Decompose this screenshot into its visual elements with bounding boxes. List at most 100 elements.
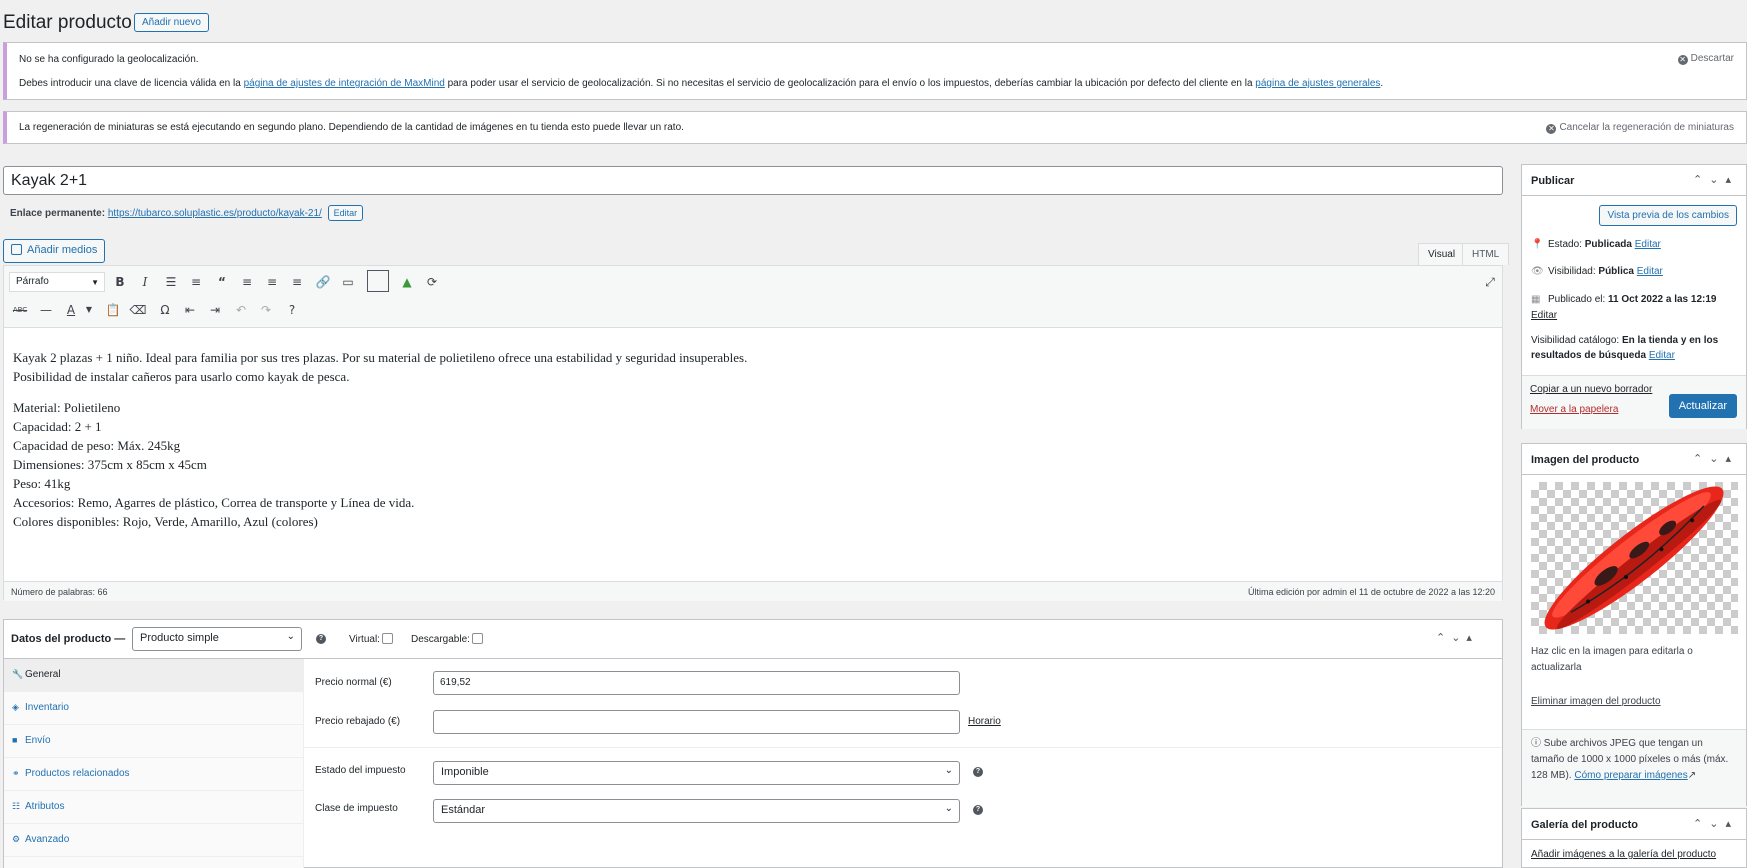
product-title-input[interactable]: Kayak 2+1 — [3, 166, 1503, 195]
edit-visibility-link[interactable]: Editar — [1637, 266, 1663, 277]
text-color-icon[interactable]: A — [61, 300, 81, 320]
help-icon[interactable]: ? — [316, 634, 326, 644]
add-new-button[interactable]: Añadir nuevo — [134, 13, 209, 32]
bullet-list-icon[interactable]: ☰ — [161, 272, 181, 292]
toolbar-toggle-icon[interactable] — [367, 270, 389, 292]
update-button[interactable]: Actualizar — [1668, 394, 1737, 418]
tax-class-label: Clase de impuesto — [315, 803, 398, 814]
permalink-url[interactable]: https://tubarco.soluplastic.es/producto/… — [108, 208, 322, 219]
strikethrough-icon[interactable]: ABC — [10, 300, 30, 320]
preview-changes-button[interactable]: Vista previa de los cambios — [1599, 205, 1737, 226]
notice-text: La regeneración de miniaturas se está ej… — [19, 122, 684, 133]
checkbox[interactable] — [471, 633, 483, 644]
notice-text: Debes introducir una clave de licencia v… — [19, 78, 1384, 89]
add-media-button[interactable]: Añadir medios — [3, 239, 106, 263]
undo-icon[interactable]: ↶ — [231, 300, 251, 320]
dismiss-button[interactable]: ✕ Descartar — [1677, 53, 1734, 65]
calendar-icon: ▦ — [1531, 294, 1541, 305]
horizontal-line-icon[interactable]: — — [36, 300, 56, 320]
align-center-icon[interactable]: ≡ — [262, 272, 282, 292]
product-type-select[interactable]: Producto simple ⌄ — [132, 627, 302, 651]
redo-icon[interactable]: ↷ — [256, 300, 276, 320]
outdent-icon[interactable]: ⇤ — [180, 300, 200, 320]
notice-heading: No se ha configurado la geolocalización. — [19, 54, 199, 65]
product-image-header: Imagen del producto ⌃⌄▴ — [1522, 444, 1746, 475]
grammar-icon[interactable]: ▲ — [397, 272, 417, 292]
product-data-header: Datos del producto — Producto simple ⌄ ? … — [4, 620, 1502, 659]
regular-price-input[interactable]: 619,52 — [433, 671, 960, 695]
list-icon: ☷ — [12, 801, 21, 811]
edit-status-link[interactable]: Editar — [1635, 239, 1661, 250]
link-icon[interactable]: 🔗 — [313, 272, 333, 292]
format-select[interactable]: Párrafo ▼ — [9, 272, 105, 292]
box-controls[interactable]: ⌃⌄▴ — [1436, 631, 1478, 644]
tab-advanced[interactable]: ⚙ Avanzado — [4, 824, 304, 857]
numbered-list-icon[interactable]: ≡ — [186, 272, 206, 292]
permalink-edit-button[interactable]: Editar — [327, 205, 364, 221]
last-edit: Última edición por admin el 11 de octubr… — [1248, 587, 1495, 597]
product-gallery-header: Galería del producto ⌃⌄▴ — [1522, 809, 1746, 840]
schedule-link[interactable]: Horario — [968, 716, 1001, 727]
general-settings-link[interactable]: página de ajustes generales — [1255, 78, 1380, 89]
product-gallery-box: Galería del producto ⌃⌄▴ Añadir imágenes… — [1521, 808, 1747, 868]
tab-shipping[interactable]: ■ Envío — [4, 725, 304, 758]
chevron-down-icon: ⌄ — [944, 765, 953, 776]
edit-catalog-link[interactable]: Editar — [1649, 350, 1675, 361]
copy-draft-link[interactable]: Copiar a un nuevo borrador — [1530, 384, 1652, 395]
pin-icon: 📍 — [1531, 239, 1544, 250]
help-icon[interactable]: ? — [973, 767, 983, 777]
indent-icon[interactable]: ⇥ — [205, 300, 225, 320]
remove-image-link[interactable]: Eliminar imagen del producto — [1531, 694, 1661, 710]
tab-general[interactable]: 🔧 General — [4, 659, 304, 692]
product-data-tabs: 🔧 General ◈ Inventario ■ Envío ⚭ Productos r… — [4, 659, 304, 868]
virtual-checkbox[interactable]: Virtual: — [349, 633, 393, 645]
maxmind-settings-link[interactable]: página de ajustes de integración de MaxM… — [244, 78, 445, 89]
editor-statusbar: Número de palabras: 66 Última edición po… — [4, 581, 1502, 601]
image-tip: ⓘ Sube archivos JPEG que tengan un tamaño… — [1522, 729, 1746, 807]
product-image[interactable] — [1531, 482, 1738, 634]
paste-text-icon[interactable]: 📋 — [103, 300, 123, 320]
checkbox[interactable] — [381, 633, 393, 644]
tab-linked-products[interactable]: ⚭ Productos relacionados — [4, 758, 304, 791]
image-tip-text: ⓘ Sube archivos JPEG que tengan un tamaño… — [1531, 738, 1729, 781]
tab-attributes[interactable]: ☷ Atributos — [4, 791, 304, 824]
special-char-icon[interactable]: Ω — [155, 300, 175, 320]
tab-visual[interactable]: Visual — [1418, 243, 1466, 265]
tab-html[interactable]: HTML — [1462, 243, 1510, 265]
sale-price-input[interactable] — [433, 710, 960, 734]
align-left-icon[interactable]: ≡ — [237, 272, 257, 292]
align-right-icon[interactable]: ≡ — [287, 272, 307, 292]
chevron-down-icon[interactable]: ▼ — [79, 300, 99, 320]
read-more-icon[interactable]: ▭ — [338, 272, 358, 292]
eye-icon: 👁 — [1531, 266, 1544, 277]
blockquote-icon[interactable]: “ — [212, 272, 232, 292]
wrench-icon: 🔧 — [12, 669, 24, 679]
visibility-row: 👁 Visibilidad: Pública Editar — [1531, 266, 1663, 277]
help-icon[interactable]: ? — [973, 805, 983, 815]
content-editor[interactable]: Párrafo ▼ B I ☰ ≡ “ ≡ ≡ ≡ 🔗 ▭ ▲ ⟳ ⤢ ABC —… — [3, 265, 1503, 601]
help-icon[interactable]: ? — [282, 300, 302, 320]
add-gallery-images-link[interactable]: Añadir imágenes a la galería del product… — [1531, 849, 1716, 860]
refresh-icon[interactable]: ⟳ — [422, 272, 442, 292]
tax-status-label: Estado del impuesto — [315, 765, 406, 776]
editor-content[interactable]: Kayak 2 plazas + 1 niño. Ideal para fami… — [13, 348, 747, 543]
tab-inventory[interactable]: ◈ Inventario — [4, 692, 304, 725]
cancel-regeneration-button[interactable]: ✕ Cancelar la regeneración de miniaturas — [1546, 122, 1734, 134]
fullscreen-icon[interactable]: ⤢ — [1480, 272, 1500, 292]
move-to-trash-link[interactable]: Mover a la papelera — [1530, 404, 1618, 415]
italic-icon[interactable]: I — [135, 272, 155, 292]
box-controls[interactable]: ⌃⌄▴ — [1693, 173, 1738, 186]
divider — [304, 747, 1502, 748]
edit-date-link[interactable]: Editar — [1531, 310, 1557, 321]
bold-icon[interactable]: B — [110, 272, 130, 292]
downloadable-checkbox[interactable]: Descargable: — [411, 633, 483, 645]
tax-class-select[interactable]: Estándar ⌄ — [433, 799, 960, 823]
page-title: Editar producto — [3, 12, 132, 33]
publish-footer: Copiar a un nuevo borrador Mover a la pa… — [1522, 375, 1746, 429]
tax-status-select[interactable]: Imponible ⌄ — [433, 761, 960, 785]
prepare-images-link[interactable]: Cómo preparar imágenes — [1574, 770, 1687, 781]
product-image-box: Imagen del producto ⌃⌄▴ Haz clic en la i… — [1521, 443, 1747, 807]
box-controls[interactable]: ⌃⌄▴ — [1693, 452, 1738, 465]
box-controls[interactable]: ⌃⌄▴ — [1693, 817, 1738, 830]
clear-formatting-icon[interactable]: ⌫ — [128, 300, 148, 320]
